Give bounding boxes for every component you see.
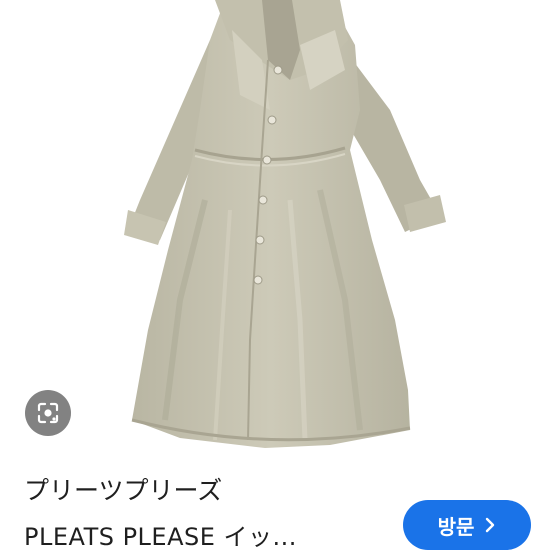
visit-button-label: 방문: [437, 514, 475, 539]
chevron-right-icon: [486, 517, 495, 533]
coat-photo: [124, 0, 446, 448]
lens-search-button[interactable]: [25, 390, 71, 436]
result-title-line-2[interactable]: PLEATS PLEASE イッ...: [24, 522, 297, 552]
visit-button[interactable]: 방문: [403, 500, 531, 550]
google-lens-icon: [37, 402, 59, 424]
result-caption: プリーツプリーズ PLEATS PLEASE イッ... 방문: [0, 470, 559, 559]
product-image[interactable]: [0, 0, 559, 470]
result-title-line-1[interactable]: プリーツプリーズ: [24, 476, 222, 506]
